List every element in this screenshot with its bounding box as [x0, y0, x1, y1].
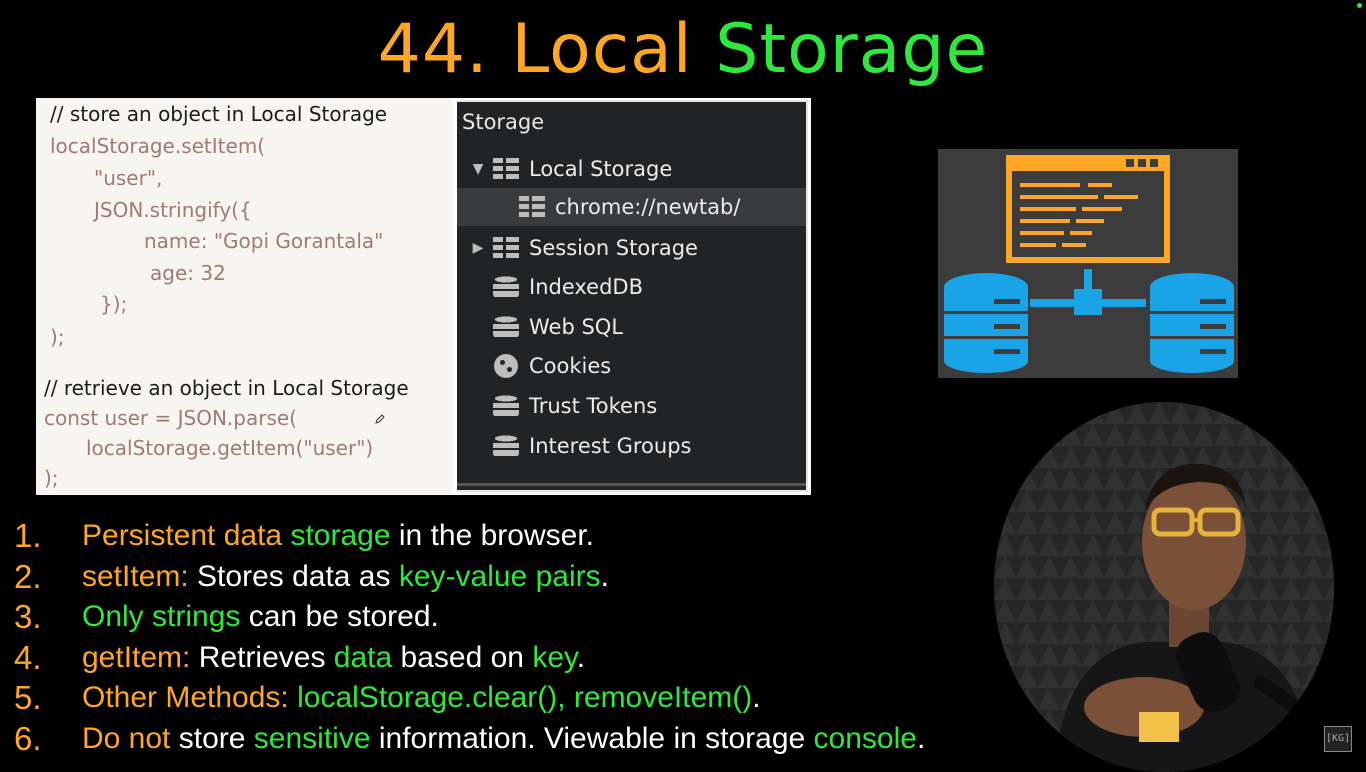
presenter-silhouette — [994, 402, 1334, 772]
storage-diagram-illustration — [938, 149, 1238, 378]
list-number: 5. — [14, 679, 42, 717]
text-part: based on — [400, 640, 524, 674]
grid-icon — [493, 237, 519, 259]
key-points-list: 1. Persistent data storage in the browse… — [14, 516, 1114, 760]
list-text: getItem: Retrieves data based on key. — [82, 638, 585, 678]
text-part: . — [576, 640, 586, 674]
title-number: 44. — [377, 10, 489, 89]
list-text: setItem: Stores data as key-value pairs. — [82, 557, 609, 597]
storage-header: Storage — [462, 110, 545, 134]
pen-cursor-icon — [375, 414, 385, 424]
code-line: JSON.stringify({ — [94, 198, 252, 222]
text-part: Only strings — [82, 600, 241, 634]
list-number: 6. — [14, 719, 42, 757]
text-part: key — [532, 640, 577, 674]
text-part: storage — [290, 519, 391, 552]
list-text: Do not store sensitive information. View… — [82, 719, 925, 759]
tree-item-indexeddb[interactable]: IndexedDB — [457, 268, 806, 306]
code-line: }); — [100, 292, 128, 316]
tree-item-label: IndexedDB — [529, 275, 643, 299]
grid-icon — [493, 158, 519, 180]
text-part: store — [178, 721, 246, 755]
expand-triangle-icon[interactable]: ▼ — [471, 161, 485, 177]
list-number: 3. — [14, 598, 42, 636]
database-network-icon — [944, 155, 1234, 373]
text-part: sensitive — [253, 721, 371, 755]
list-item: 3. Only strings can be stored. — [14, 597, 1114, 638]
list-text: Persistent data storage in the browser. — [82, 516, 594, 556]
list-number: 2. — [14, 557, 42, 595]
list-item: 1. Persistent data storage in the browse… — [14, 516, 1114, 557]
code-line: ); — [44, 466, 59, 490]
list-item: 6. Do not store sensitive information. V… — [14, 719, 1114, 760]
tree-item-local-storage[interactable]: ▼ Local Storage — [457, 150, 806, 188]
list-number: 4. — [14, 638, 42, 676]
text-part: in the browser. — [398, 519, 594, 552]
tree-item-cookies[interactable]: Cookies — [457, 347, 806, 385]
list-item: 5. Other Methods: localStorage.clear(), … — [14, 678, 1114, 719]
tree-item-trust-tokens[interactable]: Trust Tokens — [457, 387, 806, 425]
list-text: Only strings can be stored. — [82, 597, 439, 637]
text-part: Other Methods: — [82, 681, 289, 715]
database-icon — [493, 395, 519, 417]
title-word-local: Local — [511, 10, 693, 89]
text-part: getItem: — [82, 640, 191, 674]
text-part: console — [813, 721, 917, 755]
list-item: 4. getItem: Retrieves data based on key. — [14, 638, 1114, 679]
text-part: key-value pairs — [398, 559, 601, 593]
collapse-triangle-icon[interactable]: ▶ — [471, 240, 485, 256]
text-part: data — [333, 640, 393, 674]
tree-item-label: Interest Groups — [529, 434, 692, 458]
database-icon — [493, 435, 519, 457]
database-icon — [493, 276, 519, 298]
text-part: can be stored. — [248, 600, 439, 634]
devtools-storage-panel: Storage ▼ Local Storage chrome://newtab/… — [457, 100, 808, 492]
text-part: localStorage.clear(), removeItem() — [297, 681, 753, 715]
title-word-storage: Storage — [715, 10, 989, 89]
text-part: information. Viewable in storage — [378, 721, 806, 755]
text-part: . — [600, 559, 609, 593]
text-part: Stores data as — [197, 559, 391, 593]
code-line: ); — [50, 325, 65, 349]
code-line: const user = JSON.parse( — [44, 406, 297, 430]
presenter-video — [994, 402, 1334, 772]
list-number: 1. — [14, 517, 42, 554]
tree-item-chrome-newtab[interactable]: chrome://newtab/ — [457, 188, 806, 226]
code-line: localStorage.getItem("user") — [86, 436, 374, 460]
text-part: . — [752, 681, 761, 715]
code-comment-retrieve: // retrieve an object in Local Storage — [44, 376, 409, 400]
code-line: localStorage.setItem( — [50, 134, 266, 158]
tree-item-session-storage[interactable]: ▶ Session Storage — [457, 229, 806, 267]
tree-item-label: Session Storage — [529, 236, 698, 260]
tree-item-label: Trust Tokens — [529, 394, 658, 418]
channel-logo: [KG] — [1324, 726, 1352, 752]
tree-item-interest-groups[interactable]: Interest Groups — [457, 427, 806, 465]
database-icon — [493, 316, 519, 338]
text-part: Do not — [82, 721, 171, 755]
code-line: name: "Gopi Gorantala" — [144, 229, 384, 253]
page-title: 44. Local Storage — [0, 8, 1366, 92]
cookie-icon — [494, 354, 518, 378]
code-snippet-panel: // store an object in Local Storage loca… — [36, 98, 458, 495]
code-comment-store: // store an object in Local Storage — [50, 102, 388, 126]
code-line: age: 32 — [150, 261, 226, 285]
text-part: setItem: — [82, 559, 189, 593]
tree-item-label: Cookies — [529, 354, 612, 378]
tree-item-web-sql[interactable]: Web SQL — [457, 308, 806, 346]
code-line: "user", — [94, 166, 163, 190]
list-text: Other Methods: localStorage.clear(), rem… — [82, 678, 761, 718]
text-part: . — [916, 721, 926, 755]
list-item: 2. setItem: Stores data as key-value pai… — [14, 557, 1114, 598]
tree-item-label: Web SQL — [529, 315, 624, 339]
grid-icon — [519, 196, 545, 218]
text-part: Persistent data — [82, 519, 283, 552]
tree-item-label: Local Storage — [529, 157, 673, 181]
horizontal-scrollbar[interactable] — [457, 483, 806, 486]
tree-item-label: chrome://newtab/ — [555, 195, 741, 219]
text-part: Retrieves — [198, 640, 326, 674]
